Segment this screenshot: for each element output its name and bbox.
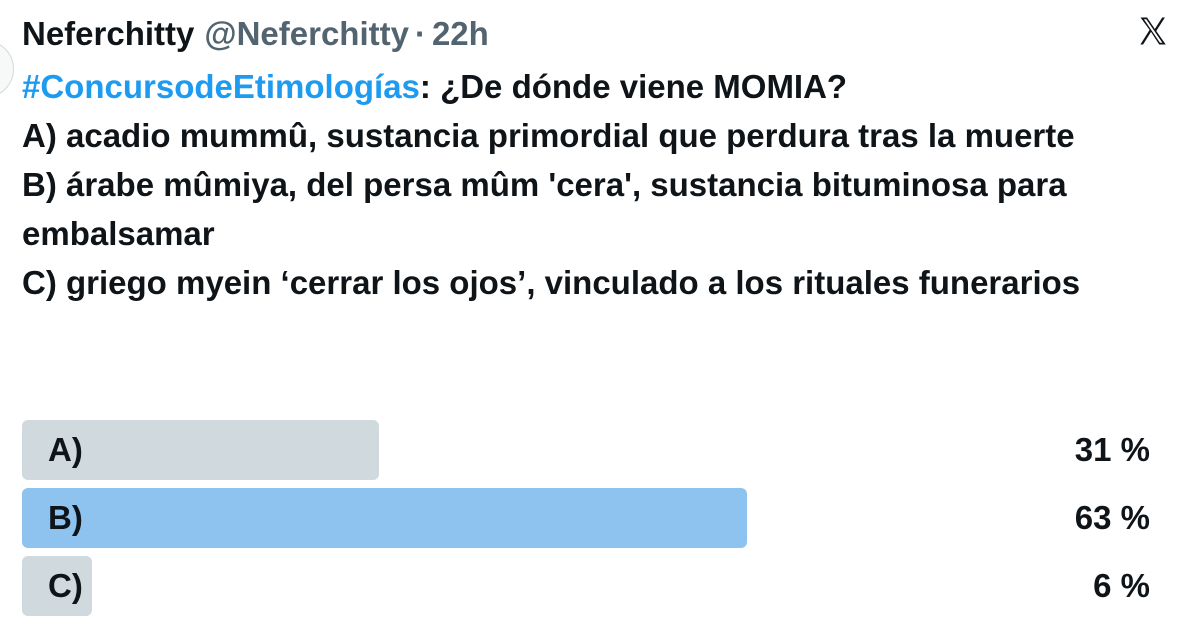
poll: A) 31 % B) 63 % C) 6 % [22, 420, 1152, 624]
poll-percent-b: 63 % [1074, 499, 1150, 536]
poll-percent-c: 6 % [1093, 567, 1150, 604]
option-b-text: B) árabe mûmiya, del persa mûm 'cera', s… [22, 166, 1067, 252]
display-name[interactable]: Neferchitty [22, 15, 194, 53]
poll-option-c[interactable]: C) 6 % [22, 556, 1152, 616]
option-c-text: C) griego myein ‘cerrar los ojos’, vincu… [22, 264, 1081, 301]
user-handle[interactable]: @Neferchitty [204, 15, 409, 53]
avatar[interactable] [0, 40, 14, 98]
poll-bar-b [22, 488, 747, 548]
question-line: #ConcursodeEtimologías: ¿De dónde viene … [22, 62, 1182, 111]
poll-label-a: A) [48, 431, 83, 468]
tweet: Neferchitty @Neferchitty · 22h #Concurso… [0, 0, 1192, 638]
x-logo-icon[interactable] [1136, 14, 1170, 48]
poll-percent-a: 31 % [1074, 431, 1150, 468]
timestamp[interactable]: 22h [432, 15, 489, 53]
question-text: : ¿De dónde viene MOMIA? [419, 68, 848, 105]
option-a-text: A) acadio mummû, sustancia primordial qu… [22, 117, 1075, 154]
tweet-header: Neferchitty @Neferchitty · 22h [22, 10, 489, 58]
hashtag-link[interactable]: #ConcursodeEtimologías [22, 68, 420, 105]
separator-dot: · [414, 15, 426, 52]
poll-label-c: C) [48, 567, 83, 604]
poll-option-b[interactable]: B) 63 % [22, 488, 1152, 548]
poll-option-a[interactable]: A) 31 % [22, 420, 1152, 480]
tweet-text: #ConcursodeEtimologías: ¿De dónde viene … [22, 62, 1182, 307]
poll-label-b: B) [48, 499, 83, 536]
